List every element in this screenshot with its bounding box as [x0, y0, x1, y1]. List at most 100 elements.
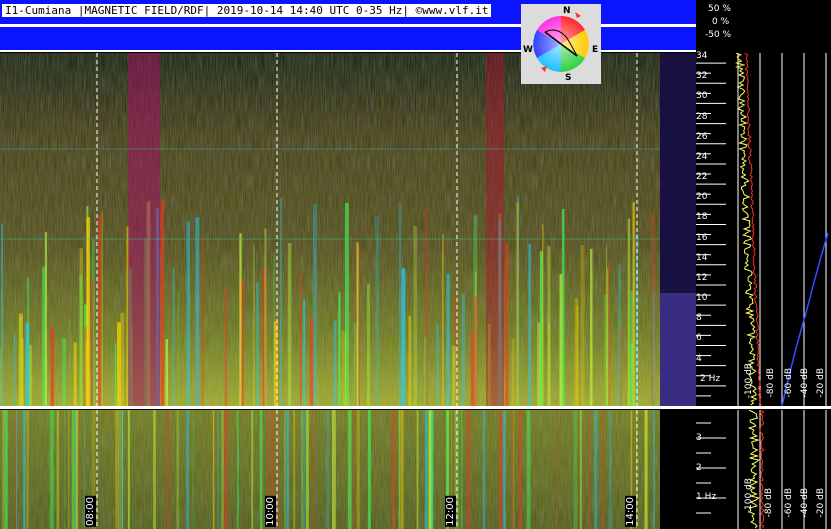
spectrogram-streak: [127, 410, 130, 529]
db-label-20: -20 dB: [816, 368, 826, 398]
spectrogram-streak: [280, 198, 282, 406]
spectrogram-streak: [172, 267, 175, 406]
chart-title: I1-Cumiana |MAGNETIC FIELD/RDF| 2019-10-…: [2, 4, 492, 17]
spectrogram-streak: [115, 410, 119, 529]
db-label-60: -60 dB: [784, 368, 794, 398]
spectrogram-streak: [442, 234, 444, 406]
spectrogram-streak: [413, 226, 418, 406]
spectrogram-streak: [653, 410, 655, 529]
spectrogram-streak: [283, 410, 286, 529]
spectrogram-streak: [83, 325, 87, 406]
spectrogram-streak: [355, 234, 357, 406]
spectrogram-streak: [548, 322, 550, 406]
spectrogram-streak: [120, 312, 125, 406]
compass-east: E: [592, 45, 599, 55]
spectrogram-streak: [79, 274, 83, 406]
spectrogram-streak: [86, 217, 90, 406]
spectrogram-streak: [23, 410, 26, 529]
spectrogram-streak: [652, 290, 655, 406]
spectrogram-streak: [516, 202, 519, 406]
lower-db-label-20: -20 dB: [816, 488, 826, 518]
pct-label-minus50: -50 %: [705, 30, 732, 40]
freq-label: 8: [696, 313, 702, 324]
spectrogram-streak: [195, 217, 200, 406]
spectrogram-streak: [461, 293, 466, 406]
freq-label: 32: [696, 71, 708, 82]
freq-label: 12: [696, 272, 708, 283]
spectrogram-streak: [287, 243, 292, 406]
spectrogram-streak: [555, 410, 558, 529]
db-label-40: -40 dB: [800, 368, 810, 398]
spectrogram-streak: [398, 410, 401, 529]
spectrogram-streak: [333, 321, 337, 406]
spectrogram-streak: [114, 343, 117, 406]
spectrogram-streak: [18, 313, 23, 406]
spectrogram-lower: [0, 410, 696, 529]
spectrogram-streak: [606, 268, 609, 406]
spectrogram-streak: [436, 325, 439, 406]
spectrogram-streak: [408, 315, 412, 406]
spectrogram-streak: [579, 410, 582, 529]
lower-db-label-80: -80 dB: [764, 488, 774, 518]
spectrogram-streak: [303, 299, 305, 406]
spectrogram-streak: [423, 336, 427, 406]
spectrogram-streak: [461, 410, 463, 529]
spectrogram-streak: [375, 216, 379, 406]
spectrogram-streak: [165, 339, 168, 406]
spectrogram-streak: [627, 218, 631, 406]
spectrogram-streak: [358, 245, 360, 406]
spectrogram-streak: [347, 410, 352, 529]
pct-label-0: 0 %: [712, 17, 730, 27]
spectrogram-streak: [91, 280, 93, 406]
freq-label: 4: [696, 353, 702, 364]
spectrogram-streak: [399, 201, 402, 406]
spectrogram-streak: [542, 224, 544, 406]
spectrogram-streak: [71, 410, 75, 529]
spectrogram-streak: [452, 345, 456, 406]
spectrogram-streak: [4, 410, 8, 529]
spectrogram-streak: [429, 410, 434, 529]
spectrogram-streak: [503, 410, 506, 529]
spectrogram-streak: [306, 410, 309, 529]
spectrogram-streak: [0, 346, 1, 406]
spectrogram-streak: [98, 214, 101, 406]
panel-separator: [0, 406, 831, 409]
spectrogram-streak: [62, 338, 66, 406]
spectrogram-streak: [601, 410, 604, 529]
spectrogram-streak: [580, 245, 585, 406]
spectrogram-streak: [153, 410, 156, 529]
spectrogram-streak: [344, 332, 347, 406]
spectrogram-streak: [177, 290, 179, 406]
spectrogram-streak: [368, 410, 371, 529]
spectrogram-streak: [367, 283, 370, 406]
lower-freq-label-2: 2: [696, 463, 702, 473]
lower-db-label-60: -60 dB: [784, 488, 794, 518]
lower-freq-label-3: 3: [696, 433, 702, 443]
spectrogram-streak: [574, 298, 579, 406]
spectrogram-streak: [217, 410, 219, 529]
spectrogram-streak: [44, 232, 47, 406]
freq-label: 18: [696, 212, 708, 223]
compass-south: S: [565, 73, 572, 83]
spectrogram-streak: [68, 410, 70, 529]
freq-ticks: [696, 62, 726, 397]
spectrogram-streak: [573, 410, 578, 529]
spectrogram-streak: [594, 410, 598, 529]
lower-freq-label-1: 1 Hz: [696, 492, 717, 502]
spectrogram-streak: [224, 410, 228, 529]
spectrogram-streak: [416, 410, 419, 529]
spectrogram-streak: [212, 410, 215, 529]
freq-label: 10: [696, 293, 708, 304]
spectrogram-streak: [446, 273, 450, 406]
spectrogram-streak: [528, 243, 531, 406]
spectrogram-streak: [505, 242, 509, 406]
spectrogram-streak: [400, 410, 404, 529]
spectrogram-streak: [166, 410, 169, 529]
spectrogram-streak: [473, 296, 478, 406]
pct-label-50: 50 %: [708, 4, 731, 14]
compass-north: N: [563, 6, 571, 16]
spectrogram-streak: [519, 410, 522, 529]
freq-label: 24: [696, 151, 708, 162]
spectrogram-streak: [559, 274, 563, 406]
spectrogram-streak: [259, 410, 263, 529]
